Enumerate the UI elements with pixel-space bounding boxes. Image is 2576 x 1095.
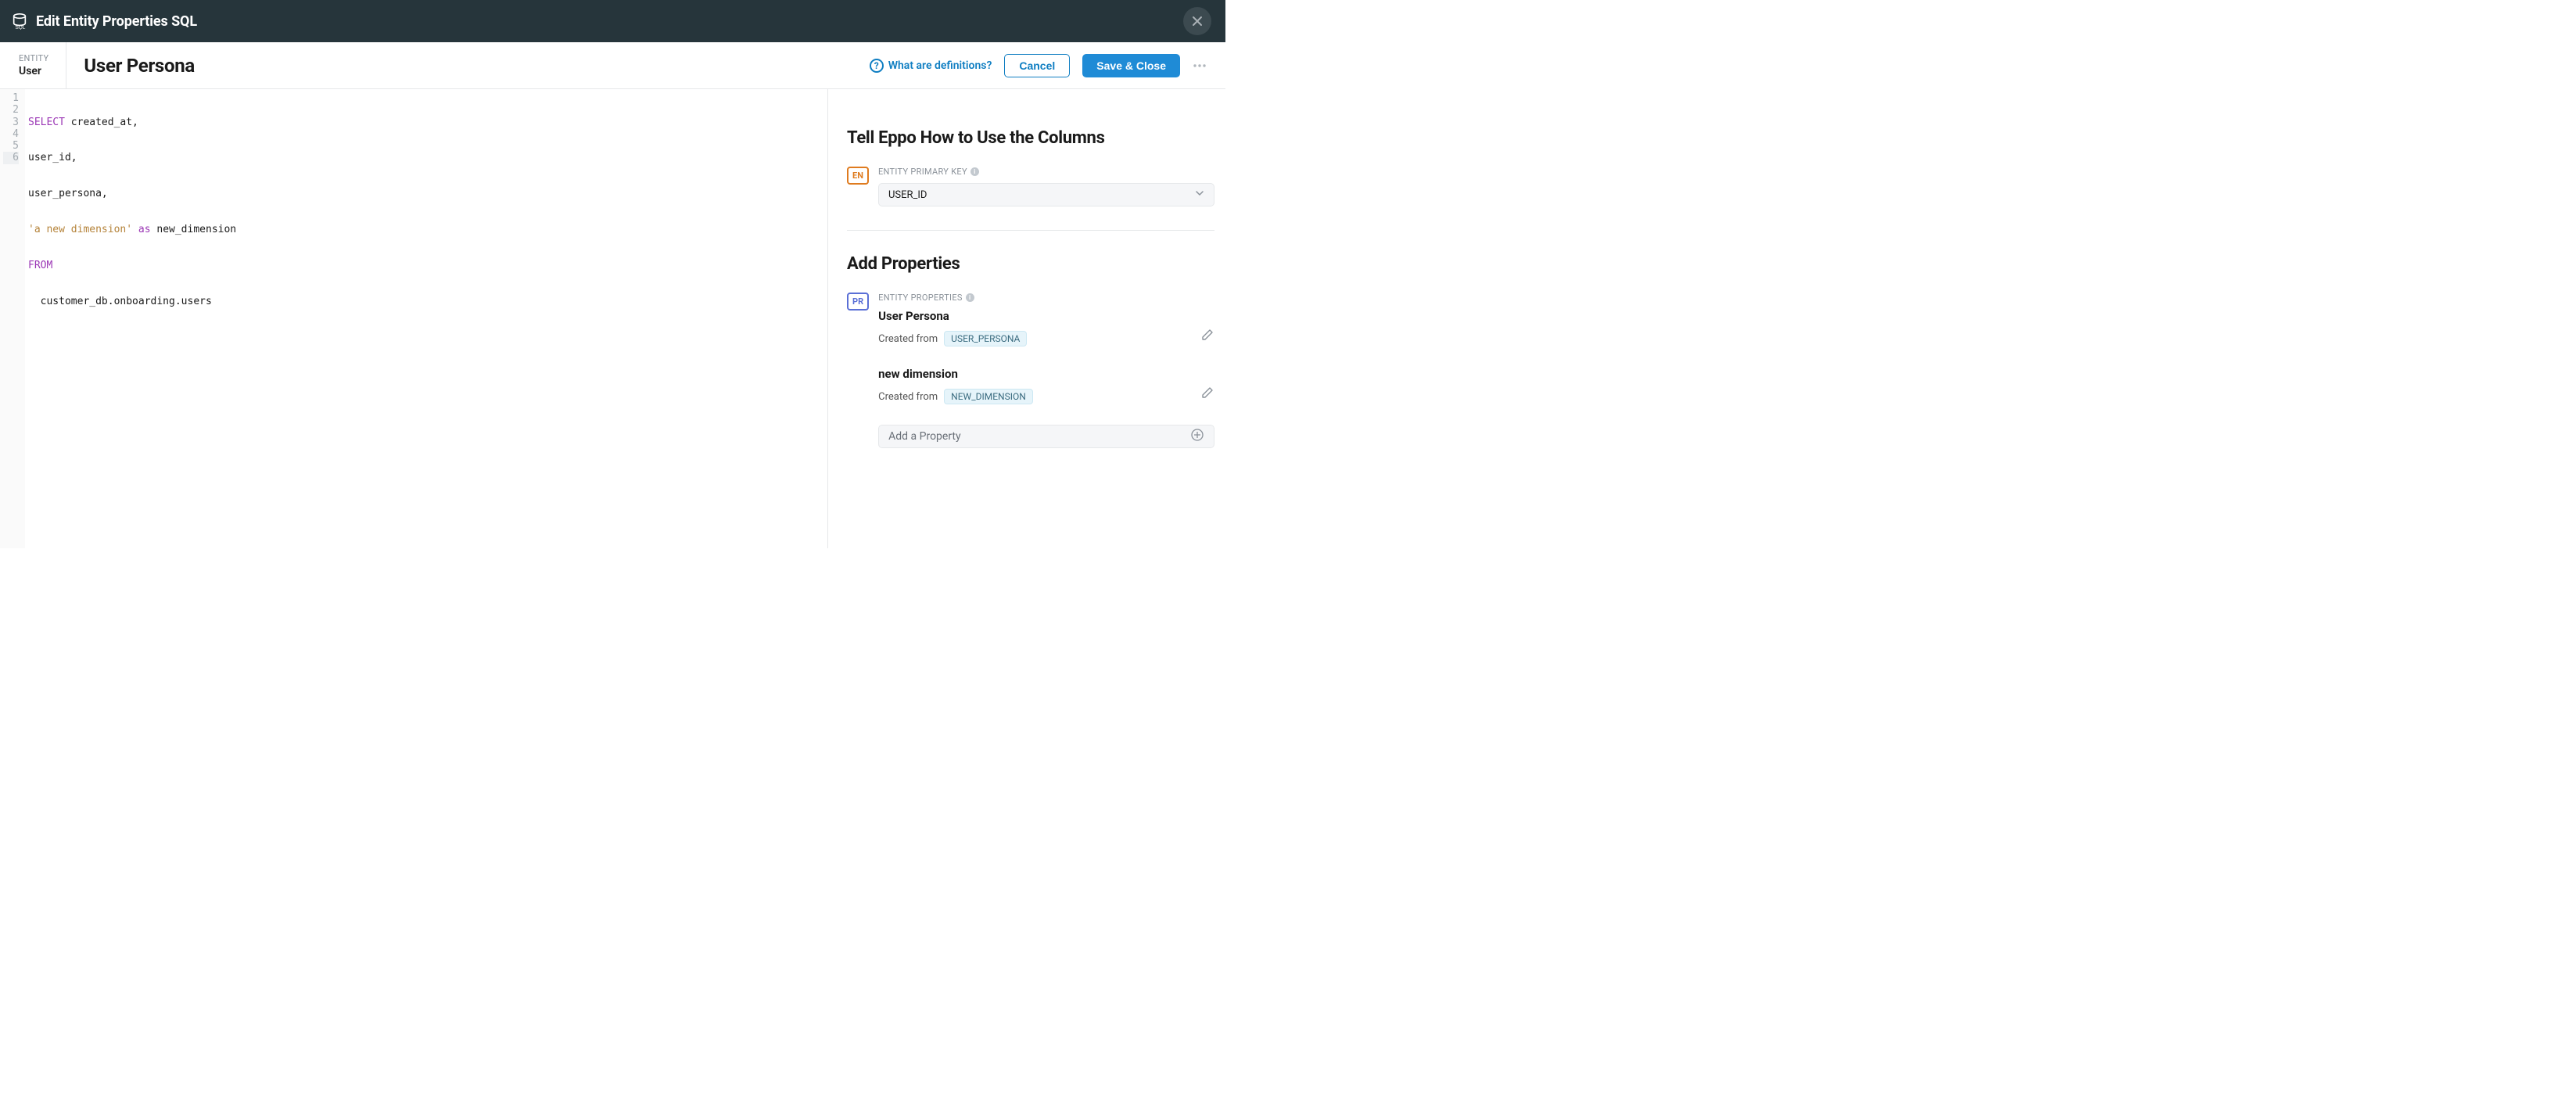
page-title: User Persona <box>84 55 195 77</box>
properties-label: ENTITY PROPERTIES i <box>878 293 1214 303</box>
main: 1 2 3 4 5 6 SELECT created_at, user_id, … <box>0 89 1225 548</box>
created-from-label: Created from <box>878 391 938 403</box>
info-icon[interactable]: i <box>966 293 974 302</box>
section-title-properties: Add Properties <box>847 254 1214 274</box>
header-row: ENTITY User User Persona ? What are defi… <box>0 42 1225 89</box>
code-text: new_dimension <box>156 224 236 235</box>
code-text: customer_db.onboarding.users <box>28 296 212 307</box>
property-title: new dimension <box>878 367 1200 381</box>
titlebar: SQL Edit Entity Properties SQL <box>0 0 1225 42</box>
divider <box>847 230 1214 231</box>
select-value: USER_ID <box>888 189 927 201</box>
entity-badge: EN <box>847 167 869 185</box>
property-item: User Persona Created from USER_PERSONA <box>878 309 1214 346</box>
line-number: 1 <box>3 92 19 104</box>
code-text: created_at, <box>65 117 138 128</box>
code-text: user_id, <box>28 152 77 163</box>
string: 'a new dimension' <box>28 224 132 235</box>
primary-key-row: EN ENTITY PRIMARY KEY i USER_ID <box>847 167 1214 206</box>
property-meta: Created from USER_PERSONA <box>878 331 1200 346</box>
pencil-icon <box>1200 328 1214 342</box>
pencil-icon <box>1200 386 1214 400</box>
help-text: What are definitions? <box>888 59 992 72</box>
primary-key-label: ENTITY PRIMARY KEY i <box>878 167 1214 177</box>
sql-database-icon: SQL <box>11 13 28 30</box>
line-number: 4 <box>3 128 19 140</box>
edit-property-button[interactable] <box>1200 309 1214 345</box>
close-button[interactable] <box>1183 7 1211 35</box>
sidebar: Tell Eppo How to Use the Columns EN ENTI… <box>828 89 1225 548</box>
add-property-button[interactable]: Add a Property <box>878 425 1214 448</box>
column-chip: NEW_DIMENSION <box>944 389 1033 404</box>
add-property-label: Add a Property <box>888 430 960 443</box>
label-text: ENTITY PRIMARY KEY <box>878 167 967 177</box>
line-number: 2 <box>3 104 19 116</box>
editor-gutter: 1 2 3 4 5 6 <box>0 89 25 548</box>
line-number: 3 <box>3 117 19 128</box>
sql-editor[interactable]: 1 2 3 4 5 6 SELECT created_at, user_id, … <box>0 89 828 548</box>
svg-text:SQL: SQL <box>16 25 26 30</box>
more-menu-button[interactable] <box>1193 59 1207 73</box>
primary-key-select[interactable]: USER_ID <box>878 183 1214 206</box>
ellipsis-icon <box>1193 59 1207 73</box>
titlebar-title: Edit Entity Properties SQL <box>36 13 197 30</box>
cancel-button[interactable]: Cancel <box>1004 54 1070 77</box>
keyword: FROM <box>28 260 52 271</box>
column-chip: USER_PERSONA <box>944 331 1027 346</box>
keyword: SELECT <box>28 117 65 128</box>
entity-label: ENTITY <box>19 53 48 63</box>
save-close-button[interactable]: Save & Close <box>1082 54 1180 77</box>
code-text: user_persona, <box>28 188 108 199</box>
label-text: ENTITY PROPERTIES <box>878 293 963 303</box>
plus-circle-icon <box>1190 428 1204 445</box>
question-mark-icon: ? <box>870 59 884 73</box>
line-number: 5 <box>3 140 19 152</box>
section-title-columns: Tell Eppo How to Use the Columns <box>847 128 1214 148</box>
keyword: as <box>132 224 156 235</box>
chevron-down-icon <box>1195 188 1204 201</box>
created-from-label: Created from <box>878 333 938 345</box>
header-actions: ? What are definitions? Cancel Save & Cl… <box>870 54 1207 77</box>
entity-block: ENTITY User <box>19 42 66 88</box>
entity-name: User <box>19 65 48 77</box>
code-area[interactable]: SELECT created_at, user_id, user_persona… <box>25 89 239 548</box>
property-item: new dimension Created from NEW_DIMENSION <box>878 367 1214 404</box>
help-definitions-link[interactable]: ? What are definitions? <box>870 59 992 73</box>
property-badge: PR <box>847 293 869 311</box>
info-icon[interactable]: i <box>970 167 979 176</box>
close-icon <box>1191 15 1204 27</box>
properties-row: PR ENTITY PROPERTIES i User Persona Crea… <box>847 293 1214 448</box>
edit-property-button[interactable] <box>1200 367 1214 403</box>
line-number: 6 <box>3 152 19 163</box>
property-meta: Created from NEW_DIMENSION <box>878 389 1200 404</box>
property-title: User Persona <box>878 309 1200 323</box>
